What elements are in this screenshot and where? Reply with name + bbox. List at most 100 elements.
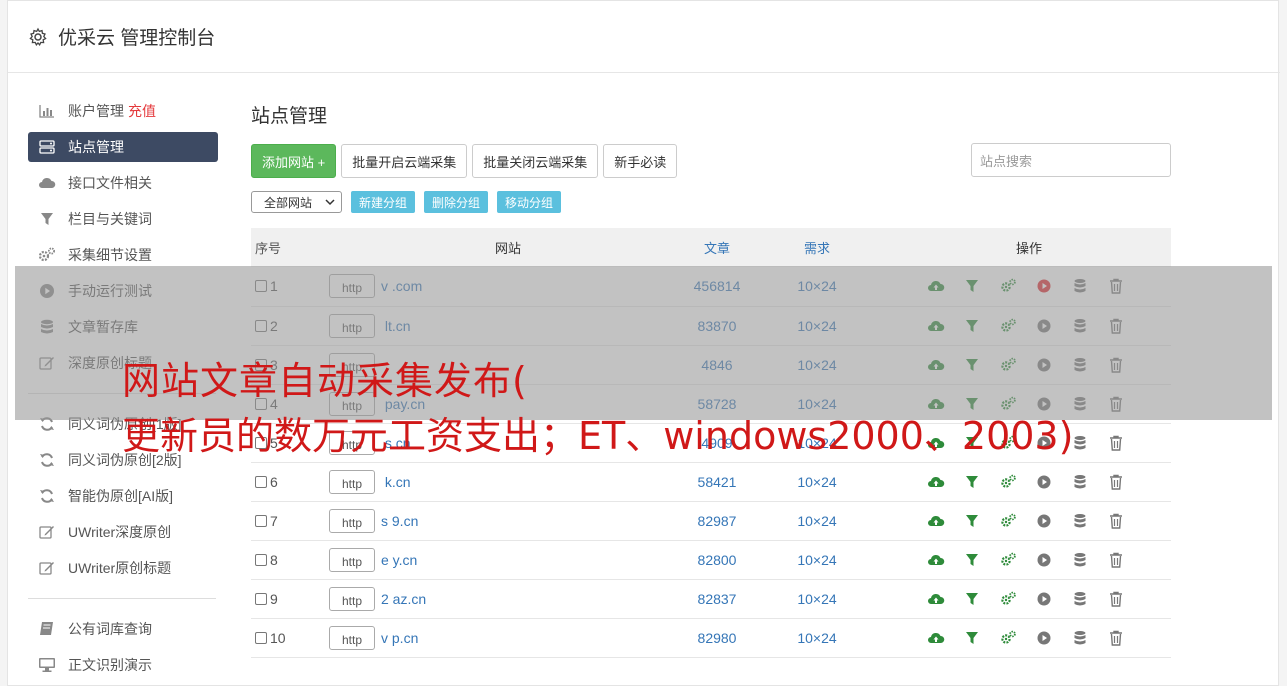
demand-link[interactable]: 10×24 xyxy=(747,462,887,501)
sidebar-item-items3-0[interactable]: 公有词库查询 xyxy=(28,611,218,647)
table-row: 10 http v p.cn 82980 10×24 xyxy=(251,618,1171,657)
table-row: 9 http 2 az.cn 82837 10×24 xyxy=(251,579,1171,618)
demand-link[interactable]: 10×24 xyxy=(747,540,887,579)
protocol-badge: http xyxy=(329,586,375,611)
sidebar-item-items-0[interactable]: 账户管理 充值 xyxy=(28,93,218,129)
gear-icon xyxy=(29,27,47,46)
cloud-upload-icon[interactable] xyxy=(927,551,945,569)
row-checkbox[interactable] xyxy=(255,592,267,605)
batch-enable-cloud-button[interactable]: 批量开启云端采集 xyxy=(341,144,468,178)
book-icon xyxy=(38,621,56,637)
protocol-badge: http xyxy=(329,547,375,572)
group-toolbar: 全部网站 新建分组 删除分组 移动分组 xyxy=(251,190,1176,214)
site-search-input[interactable]: 站点搜索 xyxy=(971,143,1171,177)
sidebar-item-items2-2[interactable]: 智能伪原创[AI版] xyxy=(28,478,218,514)
play-icon[interactable] xyxy=(1035,590,1053,608)
site-domain-link[interactable]: s 9.cn xyxy=(381,513,418,529)
filter-icon[interactable] xyxy=(963,512,981,530)
trash-icon[interactable] xyxy=(1107,473,1125,491)
sidebar-item-label: 栏目与关键词 xyxy=(68,211,152,227)
row-checkbox[interactable] xyxy=(255,553,267,566)
article-count-link[interactable]: 82980 xyxy=(687,618,747,657)
newbie-guide-button[interactable]: 新手必读 xyxy=(603,144,678,178)
site-domain-link[interactable]: 2 az.cn xyxy=(381,591,426,607)
demand-link[interactable]: 10×24 xyxy=(747,501,887,540)
database-icon[interactable] xyxy=(1071,629,1089,647)
trash-icon[interactable] xyxy=(1107,629,1125,647)
play-icon[interactable] xyxy=(1035,473,1053,491)
demand-link[interactable]: 10×24 xyxy=(747,618,887,657)
demand-link[interactable]: 10×24 xyxy=(747,579,887,618)
delete-group-button[interactable]: 删除分组 xyxy=(424,191,489,213)
trash-icon[interactable] xyxy=(1107,512,1125,530)
row-index-cell: 7 xyxy=(251,501,329,540)
row-checkbox[interactable] xyxy=(255,475,267,488)
database-icon[interactable] xyxy=(1071,551,1089,569)
page-title: 站点管理 xyxy=(251,106,328,127)
cogs-icon[interactable] xyxy=(999,473,1017,491)
trash-icon[interactable] xyxy=(1107,590,1125,608)
cloud-upload-icon[interactable] xyxy=(927,473,945,491)
article-count-link[interactable]: 58421 xyxy=(687,462,747,501)
row-index: 6 xyxy=(270,473,278,490)
refresh-icon xyxy=(38,488,56,504)
database-icon[interactable] xyxy=(1071,512,1089,530)
sidebar-item-items-1[interactable]: 站点管理 xyxy=(28,132,218,162)
sidebar-item-items-3[interactable]: 栏目与关键词 xyxy=(28,201,218,237)
row-checkbox[interactable] xyxy=(255,514,267,527)
sidebar-item-label: 账户管理 xyxy=(68,103,124,119)
cloud-upload-icon[interactable] xyxy=(927,590,945,608)
site-filter-select[interactable]: 全部网站 xyxy=(251,191,342,213)
col-ops: 操作 xyxy=(1015,241,1042,256)
table-header-row: 序号 网站 文章 需求 操作 xyxy=(251,228,1171,267)
row-index: 9 xyxy=(270,590,278,607)
site-cell: http s 9.cn xyxy=(329,501,687,540)
sidebar-item-items-2[interactable]: 接口文件相关 xyxy=(28,165,218,201)
protocol-badge: http xyxy=(329,625,375,650)
new-group-button[interactable]: 新建分组 xyxy=(351,191,416,213)
batch-disable-cloud-button[interactable]: 批量关闭云端采集 xyxy=(472,144,599,178)
database-icon[interactable] xyxy=(1071,434,1089,452)
cogs-icon[interactable] xyxy=(999,629,1017,647)
ops-cell xyxy=(887,540,1171,579)
site-cell: http v p.cn xyxy=(329,618,687,657)
cogs-icon[interactable] xyxy=(999,512,1017,530)
cogs-icon[interactable] xyxy=(999,590,1017,608)
cloud-upload-icon[interactable] xyxy=(927,629,945,647)
sidebar-item-label: 采集细节设置 xyxy=(68,247,152,263)
article-count-link[interactable]: 82800 xyxy=(687,540,747,579)
cloud-upload-icon[interactable] xyxy=(927,512,945,530)
filter-icon[interactable] xyxy=(963,590,981,608)
sidebar-item-items2-4[interactable]: UWriter原创标题 xyxy=(28,550,218,586)
trash-icon[interactable] xyxy=(1107,434,1125,452)
row-index-cell: 9 xyxy=(251,579,329,618)
recharge-link[interactable]: 充值 xyxy=(128,101,156,121)
trash-icon[interactable] xyxy=(1107,551,1125,569)
site-cell: http 2 az.cn xyxy=(329,579,687,618)
play-icon[interactable] xyxy=(1035,512,1053,530)
filter-icon[interactable] xyxy=(963,473,981,491)
ops-cell xyxy=(887,501,1171,540)
move-group-button[interactable]: 移动分组 xyxy=(497,191,562,213)
database-icon[interactable] xyxy=(1071,590,1089,608)
table-row: 8 http e y.cn 82800 10×24 xyxy=(251,540,1171,579)
article-count-link[interactable]: 82987 xyxy=(687,501,747,540)
filter-icon[interactable] xyxy=(963,629,981,647)
filter-icon[interactable] xyxy=(963,551,981,569)
row-index: 10 xyxy=(270,629,286,646)
database-icon[interactable] xyxy=(1071,473,1089,491)
table-row: 7 http s 9.cn 82987 10×24 xyxy=(251,501,1171,540)
add-site-button[interactable]: 添加网站 + xyxy=(251,144,337,178)
server-icon xyxy=(38,139,56,155)
site-domain-link[interactable]: e y.cn xyxy=(381,552,417,568)
site-domain-link[interactable]: v p.cn xyxy=(381,630,418,646)
cogs-icon[interactable] xyxy=(999,551,1017,569)
site-domain-link[interactable]: k.cn xyxy=(381,474,411,490)
play-icon[interactable] xyxy=(1035,629,1053,647)
sidebar-item-items3-1[interactable]: 正文识别演示 xyxy=(28,647,218,683)
article-count-link[interactable]: 82837 xyxy=(687,579,747,618)
site-cell: http k.cn xyxy=(329,462,687,501)
row-checkbox[interactable] xyxy=(255,631,267,644)
sidebar-item-items2-3[interactable]: UWriter深度原创 xyxy=(28,514,218,550)
play-icon[interactable] xyxy=(1035,551,1053,569)
